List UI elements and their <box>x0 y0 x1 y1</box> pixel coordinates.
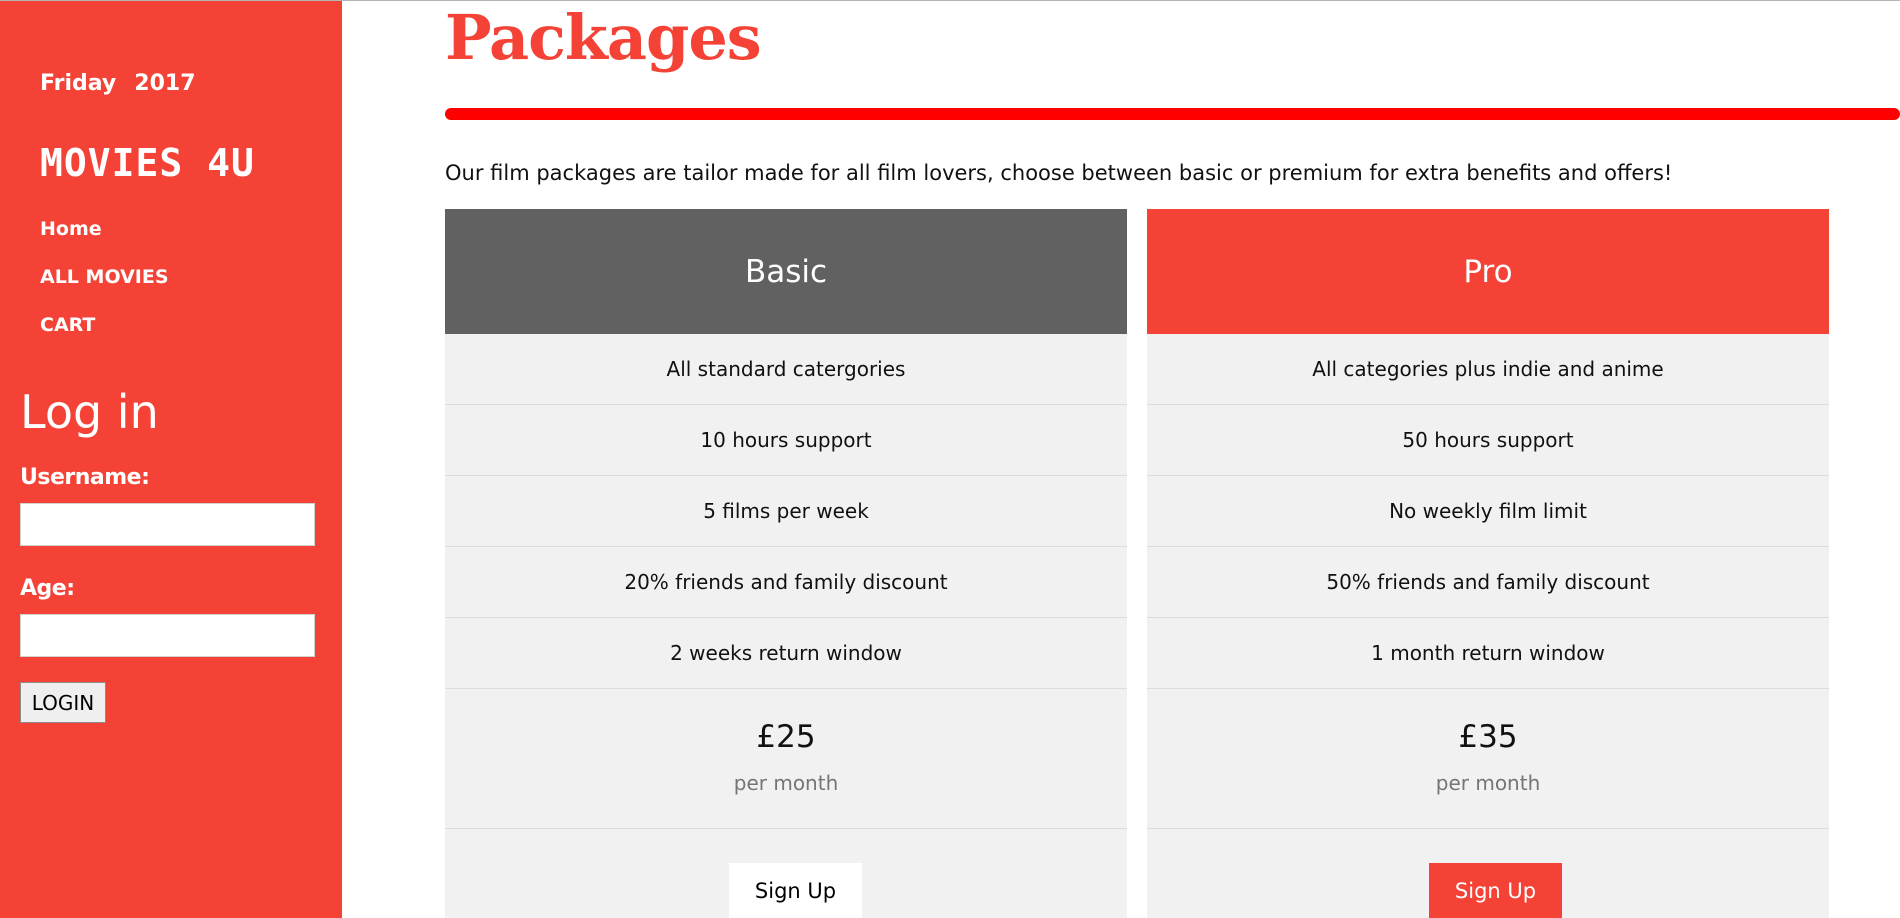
price-block: £35 per month <box>1147 689 1829 829</box>
price-block: £25 per month <box>445 689 1127 829</box>
username-input[interactable] <box>20 503 315 546</box>
username-label: Username: <box>20 465 150 490</box>
package-feature: No weekly film limit <box>1147 476 1829 547</box>
package-name: Basic <box>445 209 1127 334</box>
main-nav: Home ALL MOVIES CART <box>40 217 169 361</box>
signup-button-basic[interactable]: Sign Up <box>729 863 862 918</box>
package-card-basic: Basic All standard catergories 10 hours … <box>445 209 1127 918</box>
package-feature: 5 films per week <box>445 476 1127 547</box>
login-button[interactable]: LOGIN <box>20 682 106 723</box>
age-input[interactable] <box>20 614 315 657</box>
package-feature: 50 hours support <box>1147 405 1829 476</box>
package-feature: 20% friends and family discount <box>445 547 1127 618</box>
date-display: Friday 2017 <box>40 71 214 96</box>
package-feature: 2 weeks return window <box>445 618 1127 689</box>
age-label: Age: <box>20 576 75 601</box>
signup-button-pro[interactable]: Sign Up <box>1429 863 1562 918</box>
package-feature: 50% friends and family discount <box>1147 547 1829 618</box>
price-period: per month <box>733 771 839 795</box>
package-price: £25 <box>756 719 816 755</box>
login-heading: Log in <box>20 385 159 439</box>
package-card-pro: Pro All categories plus indie and anime … <box>1147 209 1829 918</box>
date-year: 2017 <box>134 71 196 96</box>
page-title: Packages <box>445 1 762 74</box>
sidebar: Friday 2017 MOVIES 4U Home ALL MOVIES CAR… <box>0 1 342 918</box>
package-name: Pro <box>1147 209 1829 334</box>
nav-link-all-movies[interactable]: ALL MOVIES <box>40 265 169 313</box>
package-feature: 10 hours support <box>445 405 1127 476</box>
nav-link-cart[interactable]: CART <box>40 313 169 361</box>
intro-text: Our film packages are tailor made for al… <box>445 161 1673 185</box>
site-logo[interactable]: MOVIES 4U <box>40 141 255 185</box>
package-feature: All standard catergories <box>445 334 1127 405</box>
package-feature: 1 month return window <box>1147 618 1829 689</box>
price-period: per month <box>1435 771 1541 795</box>
nav-link-home[interactable]: Home <box>40 217 169 265</box>
date-day: Friday <box>40 71 117 96</box>
page: Friday 2017 MOVIES 4U Home ALL MOVIES CAR… <box>0 0 1900 918</box>
package-feature: All categories plus indie and anime <box>1147 334 1829 405</box>
package-price: £35 <box>1458 719 1518 755</box>
title-divider <box>445 108 1900 120</box>
